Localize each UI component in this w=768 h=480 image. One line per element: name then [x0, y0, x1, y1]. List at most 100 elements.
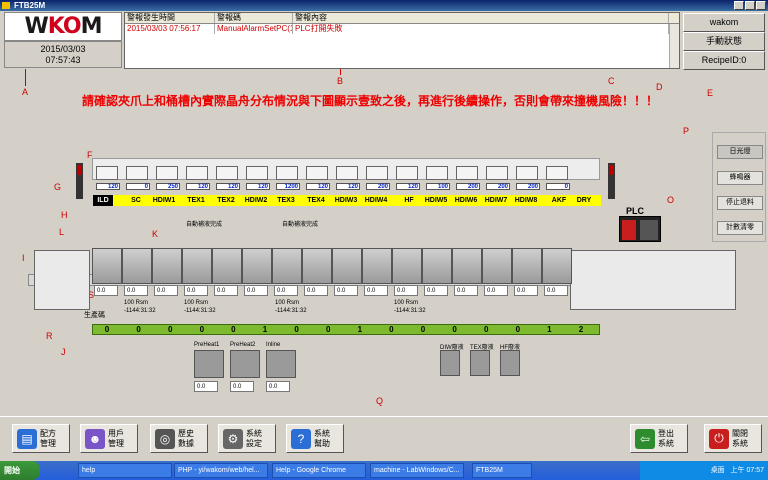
label-line-1: 系統: [246, 428, 262, 438]
taskbar-item[interactable]: help: [78, 463, 172, 478]
process-tank[interactable]: [122, 248, 152, 284]
start-button[interactable]: 開始: [0, 461, 40, 480]
tank-label: DRY: [576, 197, 592, 204]
tank-value-box[interactable]: 200: [486, 183, 510, 190]
stop-unload-button[interactable]: 停止退料: [717, 196, 763, 210]
tank-value-box[interactable]: 120: [96, 183, 120, 190]
flow-cell: 2: [578, 325, 584, 334]
cell-code: ManualAlarmSetPC(1): [217, 24, 293, 34]
flow-cell: 0: [420, 325, 426, 334]
process-tank[interactable]: [512, 248, 542, 284]
plc-unit[interactable]: [619, 216, 661, 242]
bottom-button-3[interactable]: ⚙ 系統 設定: [218, 424, 276, 453]
tank-value-box[interactable]: 1200: [276, 183, 300, 190]
tank-value-box[interactable]: 0: [546, 183, 570, 190]
tank-value-box[interactable]: 120: [216, 183, 240, 190]
process-tank[interactable]: [212, 248, 242, 284]
process-tank[interactable]: [452, 248, 482, 284]
process-tank[interactable]: [482, 248, 512, 284]
alarm-scrollbar[interactable]: [669, 24, 679, 68]
process-tank[interactable]: [392, 248, 422, 284]
process-tank[interactable]: [332, 248, 362, 284]
tank-temp-box: 0.0: [94, 285, 118, 296]
tank-top-sensor: [156, 166, 178, 180]
waste-tank[interactable]: [500, 350, 520, 376]
close-button[interactable]: [756, 1, 766, 10]
tank-value-box[interactable]: 120: [396, 183, 420, 190]
tank-value-box[interactable]: 200: [366, 183, 390, 190]
count-reset-button[interactable]: 計數清零: [717, 221, 763, 235]
flow-cell: 0: [294, 325, 299, 334]
tank-value-box[interactable]: 0: [126, 183, 150, 190]
loader-station: [34, 250, 90, 310]
flow-cell: 0: [389, 325, 394, 334]
label-line-1: 歷史: [178, 428, 194, 438]
logout-button[interactable]: ⇦ 登出 系統: [630, 424, 688, 453]
bottom-button-icon: ◎: [155, 428, 175, 449]
process-tank[interactable]: [272, 248, 302, 284]
taskbar-item[interactable]: Help - Google Chrome: [272, 463, 366, 478]
shutdown-button[interactable]: ⏻ 關閉 系統: [704, 424, 762, 453]
process-tank[interactable]: [302, 248, 332, 284]
tank-temp-box: 0.0: [544, 285, 568, 296]
tray-desktop[interactable]: 桌面: [711, 467, 725, 474]
cell-content: PLC打開失敗: [293, 24, 669, 34]
maximize-button[interactable]: [745, 1, 755, 10]
tank-value-box[interactable]: 120: [186, 183, 210, 190]
tank-value-box[interactable]: 200: [516, 183, 540, 190]
process-tank[interactable]: [422, 248, 452, 284]
tank-top-sensor: [426, 166, 448, 180]
table-row[interactable]: 2015/03/03 07:56:17 ManualAlarmSetPC(1) …: [125, 24, 679, 34]
process-tank[interactable]: [542, 248, 572, 284]
tank-temp-box: 0.0: [214, 285, 238, 296]
alarm-table: 警報發生時間 警報碼 警報內容 2015/03/03 07:56:17 Manu…: [124, 12, 680, 69]
tank-value-box[interactable]: 120: [336, 183, 360, 190]
run-info-position: -1144:31:32: [394, 308, 426, 314]
heater-unit[interactable]: [266, 350, 296, 378]
bottom-button-0[interactable]: ▤ 配方 管理: [12, 424, 70, 453]
waste-tank[interactable]: [440, 350, 460, 376]
taskbar-item[interactable]: machine - LabWindows/C...: [370, 463, 464, 478]
tank-value-box[interactable]: 200: [456, 183, 480, 190]
process-tank[interactable]: [182, 248, 212, 284]
tank-top-sensor: [186, 166, 208, 180]
tank-temp-box: 0.0: [364, 285, 388, 296]
tank-value-box[interactable]: 250: [156, 183, 180, 190]
tank-label: HDIW6: [454, 197, 478, 204]
tank-top-sensor: [396, 166, 418, 180]
bottom-button-label: 系統 幫助: [314, 429, 330, 449]
heater-unit[interactable]: [230, 350, 260, 378]
callout-b: B: [337, 76, 344, 86]
process-tank[interactable]: [92, 248, 122, 284]
recipe-display[interactable]: RecipeID:0: [683, 51, 765, 70]
tank-value-box[interactable]: 120: [246, 183, 270, 190]
light-button[interactable]: 日光燈: [717, 145, 763, 159]
label-line-2: 設定: [246, 438, 262, 448]
callout-a: A: [22, 87, 29, 97]
tank-value-box[interactable]: 100: [426, 183, 450, 190]
flow-cell: 1: [357, 325, 363, 334]
taskbar-item[interactable]: PHP - yi/wakom/web/hel...: [174, 463, 268, 478]
minimize-button[interactable]: [734, 1, 744, 10]
tank-label: TEX4: [307, 197, 325, 204]
process-tank[interactable]: [362, 248, 392, 284]
tank-label: HDIW4: [364, 197, 388, 204]
taskbar-item[interactable]: FTB25M: [472, 463, 532, 478]
company-logo: W KO M: [4, 12, 122, 41]
buzzer-button[interactable]: 蜂鳴器: [717, 171, 763, 185]
bottom-button-4[interactable]: ? 系統 幫助: [286, 424, 344, 453]
user-display[interactable]: wakom: [683, 13, 765, 32]
heater-unit[interactable]: [194, 350, 224, 378]
process-tank[interactable]: [242, 248, 272, 284]
tank-value-box[interactable]: 120: [306, 183, 330, 190]
bottom-button-2[interactable]: ◎ 歷史 數據: [150, 424, 208, 453]
tank-temp-box: 0.0: [304, 285, 328, 296]
auto-fill-label-1: 自動補液完成: [186, 222, 223, 228]
tank-top-sensor: [246, 166, 268, 180]
waste-tank[interactable]: [470, 350, 490, 376]
process-tank[interactable]: [152, 248, 182, 284]
callout-j: J: [61, 347, 66, 357]
mode-button[interactable]: 手動狀態: [683, 32, 765, 51]
bottom-button-1[interactable]: ☻ 用戶 管理: [80, 424, 138, 453]
bottom-button-label: 配方 管理: [40, 429, 56, 449]
